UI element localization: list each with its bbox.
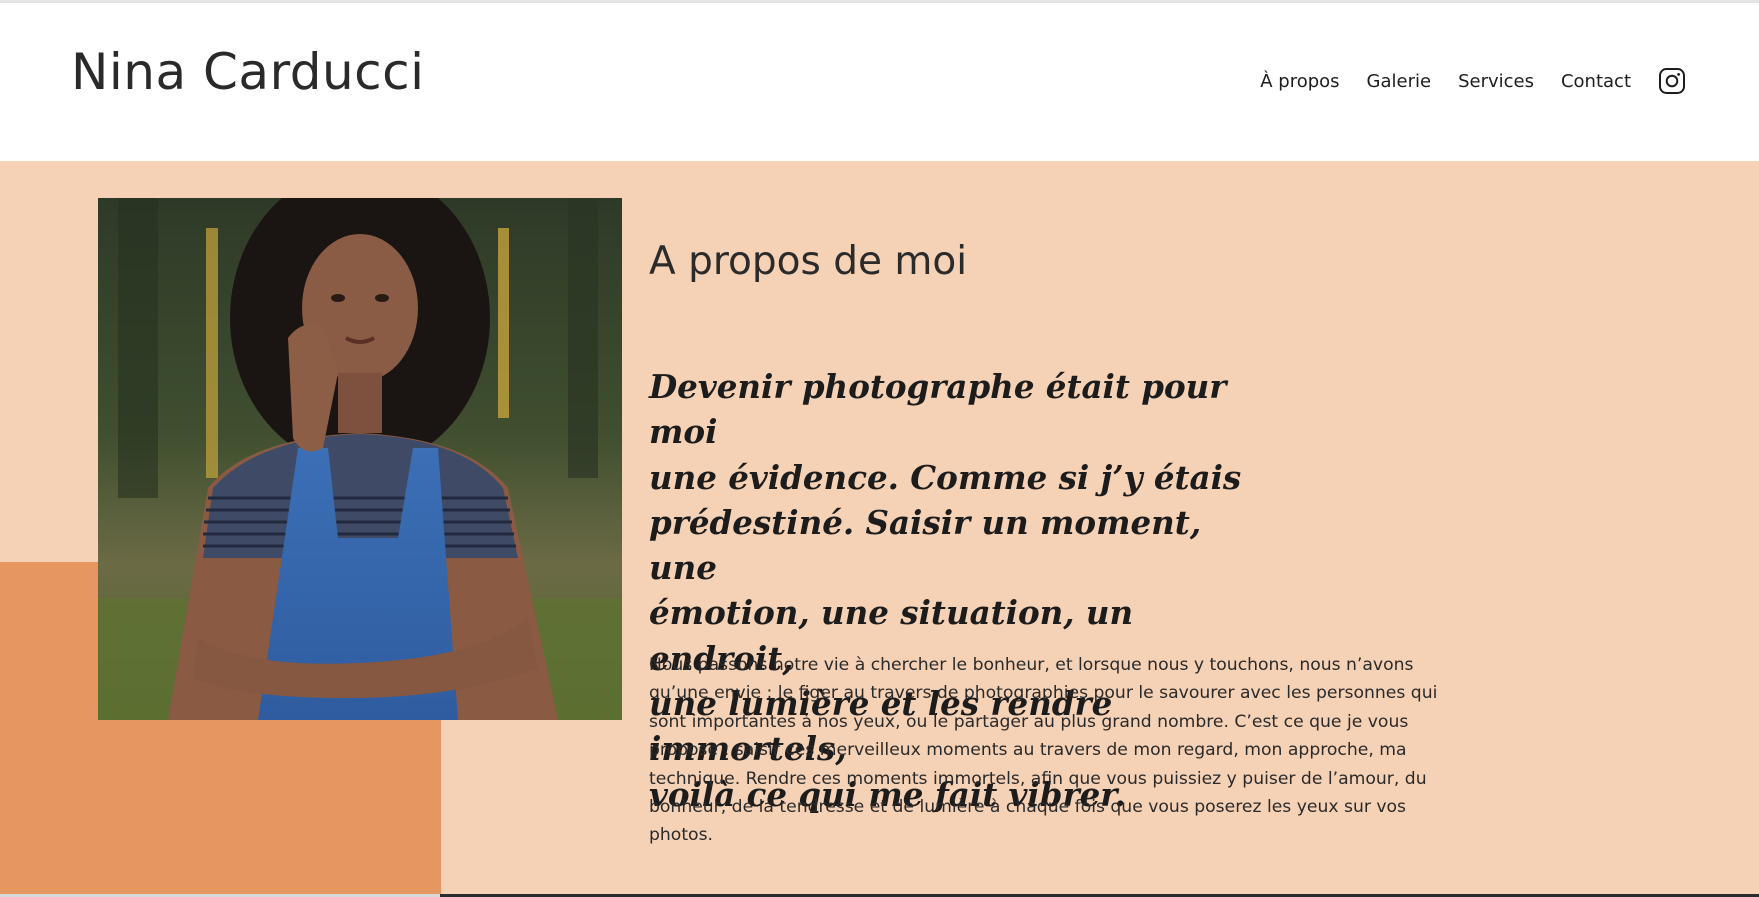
main-nav: À propos Galerie Services Contact: [1260, 67, 1686, 95]
nav-link-gallery[interactable]: Galerie: [1367, 71, 1432, 92]
quote-line: prédestiné. Saisir un moment, une: [649, 502, 1202, 588]
about-section: A propos de moi Devenir photographe étai…: [0, 161, 1759, 894]
nav-link-services[interactable]: Services: [1458, 71, 1534, 92]
portrait-photo: [98, 198, 622, 720]
section-title: A propos de moi: [649, 239, 968, 284]
quote-line: une évidence. Comme si j’y étais: [649, 457, 1242, 497]
site-brand[interactable]: Nina Carducci: [71, 43, 425, 101]
site-header: Nina Carducci À propos Galerie Services …: [0, 3, 1759, 161]
nav-link-contact[interactable]: Contact: [1561, 71, 1631, 92]
nav-link-about[interactable]: À propos: [1260, 71, 1339, 92]
instagram-icon[interactable]: [1658, 67, 1686, 95]
quote-line: Devenir photographe était pour moi: [649, 367, 1227, 452]
about-paragraph: Nous passons notre vie à chercher le bon…: [649, 655, 1438, 846]
